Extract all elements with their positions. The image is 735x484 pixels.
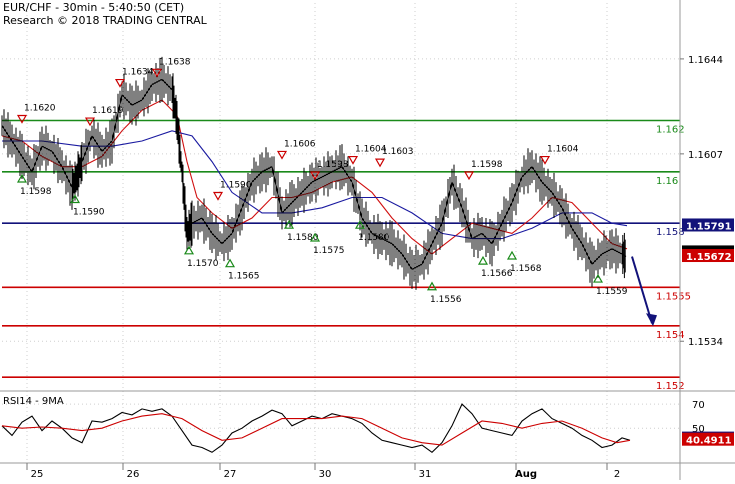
high-marker-label: 1.1598 bbox=[471, 160, 503, 170]
high-marker-label: 1.1634 bbox=[122, 68, 154, 78]
price-value-tag-text: 1.15672 bbox=[686, 252, 732, 263]
rsi-panel-title: RSI14 - 9MA bbox=[3, 396, 64, 407]
high-marker-label: 1.1604 bbox=[547, 145, 579, 155]
chart-subtitle: Research © 2018 TRADING CENTRAL bbox=[3, 14, 208, 27]
high-marker-label: 1.1606 bbox=[284, 139, 316, 149]
rsi-tick-label: 70 bbox=[692, 400, 705, 411]
low-marker-label: 1.1566 bbox=[481, 269, 513, 279]
time-tick-label: 2 bbox=[614, 469, 620, 480]
time-tick-label: 27 bbox=[224, 469, 237, 480]
low-marker-label: 1.1570 bbox=[187, 259, 219, 269]
high-marker-label: 1.1638 bbox=[159, 57, 191, 67]
chart-title: EUR/CHF - 30min - 5:40:50 (CET) bbox=[3, 1, 184, 14]
low-marker-label: 1.1598 bbox=[20, 187, 52, 197]
low-marker-label: 1.1568 bbox=[510, 264, 542, 274]
rsi-value-tag-text: 40.4911 bbox=[686, 436, 732, 447]
price-tick-label: 1.1607 bbox=[688, 150, 723, 161]
high-marker-label: 1.1598 bbox=[317, 160, 349, 170]
low-marker-label: 1.1580 bbox=[358, 233, 390, 243]
low-marker-label: 1.1559 bbox=[596, 287, 628, 297]
high-marker-label: 1.1620 bbox=[24, 104, 56, 114]
low-marker-label: 1.1556 bbox=[430, 295, 462, 305]
time-tick-label: 31 bbox=[419, 469, 432, 480]
time-tick-label: 30 bbox=[319, 469, 332, 480]
chart-root: 1.162 1.16 1.158 1.1555 1.154 1.152 1.1620 1.1… bbox=[0, 0, 735, 480]
price-tick-label: 1.1644 bbox=[688, 55, 723, 66]
high-marker-label: 1.1619 bbox=[92, 106, 124, 116]
time-tick-label: Aug bbox=[515, 469, 537, 480]
low-marker-label: 1.1565 bbox=[228, 272, 260, 282]
chart-svg: 1.1621.161.1581.15551.1541.152 1.16201.1… bbox=[0, 0, 735, 480]
level-label: 1.1555 bbox=[656, 291, 691, 302]
low-marker-label: 1.1590 bbox=[73, 208, 105, 218]
level-label: 1.16 bbox=[656, 176, 678, 187]
price-value-tag-text: 1.15791 bbox=[686, 221, 732, 232]
time-tick-label: 25 bbox=[31, 469, 44, 480]
price-tick-label: 1.1534 bbox=[688, 337, 723, 348]
high-marker-label: 1.1603 bbox=[382, 147, 414, 157]
high-marker-label: 1.1590 bbox=[220, 181, 252, 191]
low-marker-label: 1.1575 bbox=[313, 246, 345, 256]
time-tick-label: 26 bbox=[127, 469, 140, 480]
